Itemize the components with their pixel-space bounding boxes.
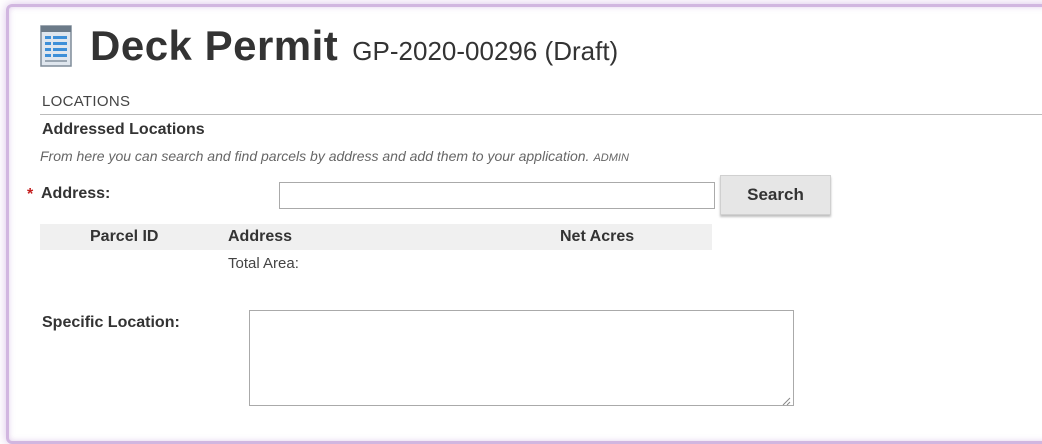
specific-location-textarea[interactable] — [249, 310, 794, 406]
page-title: Deck Permit — [90, 22, 339, 69]
help-text: From here you can search and find parcel… — [40, 148, 629, 164]
section-divider — [40, 114, 1042, 115]
column-header-net-acres: Net Acres — [560, 228, 635, 245]
help-text-body: From here you can search and find parcel… — [40, 148, 590, 164]
search-button[interactable]: Search — [720, 175, 831, 215]
page-header: Deck Permit GP-2020-00296 (Draft) — [40, 20, 618, 72]
record-id: GP-2020-00296 (Draft) — [352, 35, 619, 66]
specific-location-label: Specific Location: — [42, 314, 180, 331]
subsection-title-addressed-locations: Addressed Locations — [42, 121, 205, 138]
parcel-table-header: Parcel ID Address Net Acres — [40, 224, 712, 250]
column-header-address: Address — [228, 228, 293, 245]
document-icon — [40, 25, 72, 67]
address-label: Address: — [41, 185, 111, 202]
section-title-locations: LOCATIONS — [42, 93, 131, 110]
admin-link[interactable]: ADMIN — [593, 152, 628, 164]
resize-handle-icon[interactable] — [781, 393, 791, 406]
required-asterisk: * — [27, 186, 34, 203]
total-area-label: Total Area: — [228, 255, 299, 272]
column-header-parcel-id: Parcel ID — [90, 228, 159, 245]
permit-page: Deck Permit GP-2020-00296 (Draft) LOCATI… — [0, 0, 1042, 444]
address-input[interactable] — [279, 182, 715, 209]
